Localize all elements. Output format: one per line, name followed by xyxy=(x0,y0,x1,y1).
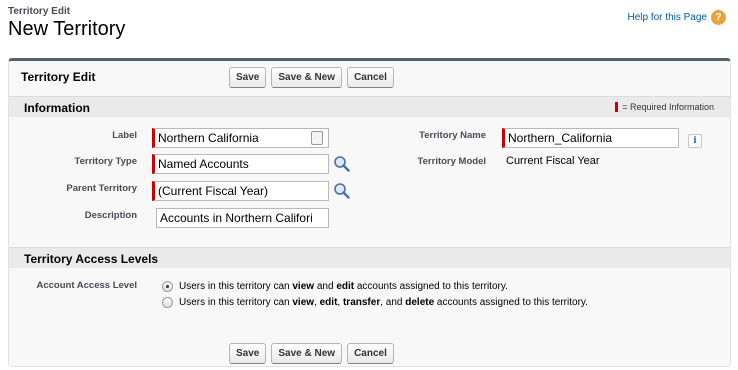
lookup-icon[interactable] xyxy=(333,155,351,173)
access-option-view-edit-text: Users in this territory can view and edi… xyxy=(179,281,508,292)
territory-name-input[interactable]: Northern_California xyxy=(502,128,679,148)
lookup-icon[interactable] xyxy=(333,182,351,200)
territory-name-value: Northern_California xyxy=(508,131,613,145)
access-option-full-text: Users in this territory can view, edit, … xyxy=(179,297,588,308)
territory-type-label: Territory Type xyxy=(74,156,137,167)
page-header: Territory Edit New Territory xyxy=(8,6,125,41)
description-input[interactable]: Accounts in Northern Califori xyxy=(156,208,329,228)
picker-icon[interactable] xyxy=(311,131,323,145)
radio-full-access[interactable] xyxy=(162,297,173,308)
description-value: Accounts in Northern Califori xyxy=(160,211,313,225)
breadcrumb: Territory Edit xyxy=(8,6,71,17)
save-and-new-button[interactable]: Save & New xyxy=(271,343,343,364)
save-button[interactable]: Save xyxy=(229,67,267,88)
page-title: New Territory xyxy=(8,18,126,40)
required-information-legend: = Required Information xyxy=(615,102,714,112)
territory-edit-panel: Territory Edit Save Save & New Cancel In… xyxy=(8,58,731,367)
top-button-group: Save Save & New Cancel xyxy=(229,67,394,88)
help[interactable]: Help for this Page ? xyxy=(628,10,726,25)
parent-territory-label: Parent Territory xyxy=(66,183,137,194)
required-marker xyxy=(615,102,619,112)
save-button[interactable]: Save xyxy=(229,343,267,364)
description-label: Description xyxy=(84,210,137,221)
account-access-level-label: Account Access Level xyxy=(36,280,138,291)
help-icon[interactable]: ? xyxy=(711,10,726,25)
required-information-text: = Required Information xyxy=(622,102,714,112)
panel-header: Territory Edit Save Save & New Cancel xyxy=(9,61,730,93)
access-option-view-edit[interactable]: Users in this territory can view and edi… xyxy=(162,281,508,292)
label-input-value: Northern California xyxy=(158,131,259,145)
access-section-header: Territory Access Levels xyxy=(9,247,730,268)
access-option-full[interactable]: Users in this territory can view, edit, … xyxy=(162,297,588,308)
territory-name-label: Territory Name xyxy=(419,130,486,141)
territory-model-label: Territory Model xyxy=(417,156,486,167)
parent-territory-input[interactable]: (Current Fiscal Year) xyxy=(152,181,329,201)
access-section-title: Territory Access Levels xyxy=(24,252,159,266)
bottom-button-group: Save Save & New Cancel xyxy=(229,343,394,364)
info-icon[interactable]: i xyxy=(688,134,702,148)
territory-type-value: Named Accounts xyxy=(158,157,249,171)
territory-type-input[interactable]: Named Accounts xyxy=(152,154,329,174)
panel-title: Territory Edit xyxy=(21,70,96,84)
label-field-label: Label xyxy=(112,130,137,141)
territory-model-value: Current Fiscal Year xyxy=(506,155,600,167)
radio-view-edit[interactable] xyxy=(162,281,173,292)
cancel-button[interactable]: Cancel xyxy=(347,343,394,364)
cancel-button[interactable]: Cancel xyxy=(347,67,394,88)
information-section-header: Information = Required Information xyxy=(9,96,730,117)
label-input[interactable]: Northern California xyxy=(152,128,329,148)
information-section-title: Information xyxy=(24,101,90,115)
help-link[interactable]: Help for this Page xyxy=(628,12,708,23)
parent-territory-value: (Current Fiscal Year) xyxy=(158,184,269,198)
save-and-new-button[interactable]: Save & New xyxy=(271,67,343,88)
